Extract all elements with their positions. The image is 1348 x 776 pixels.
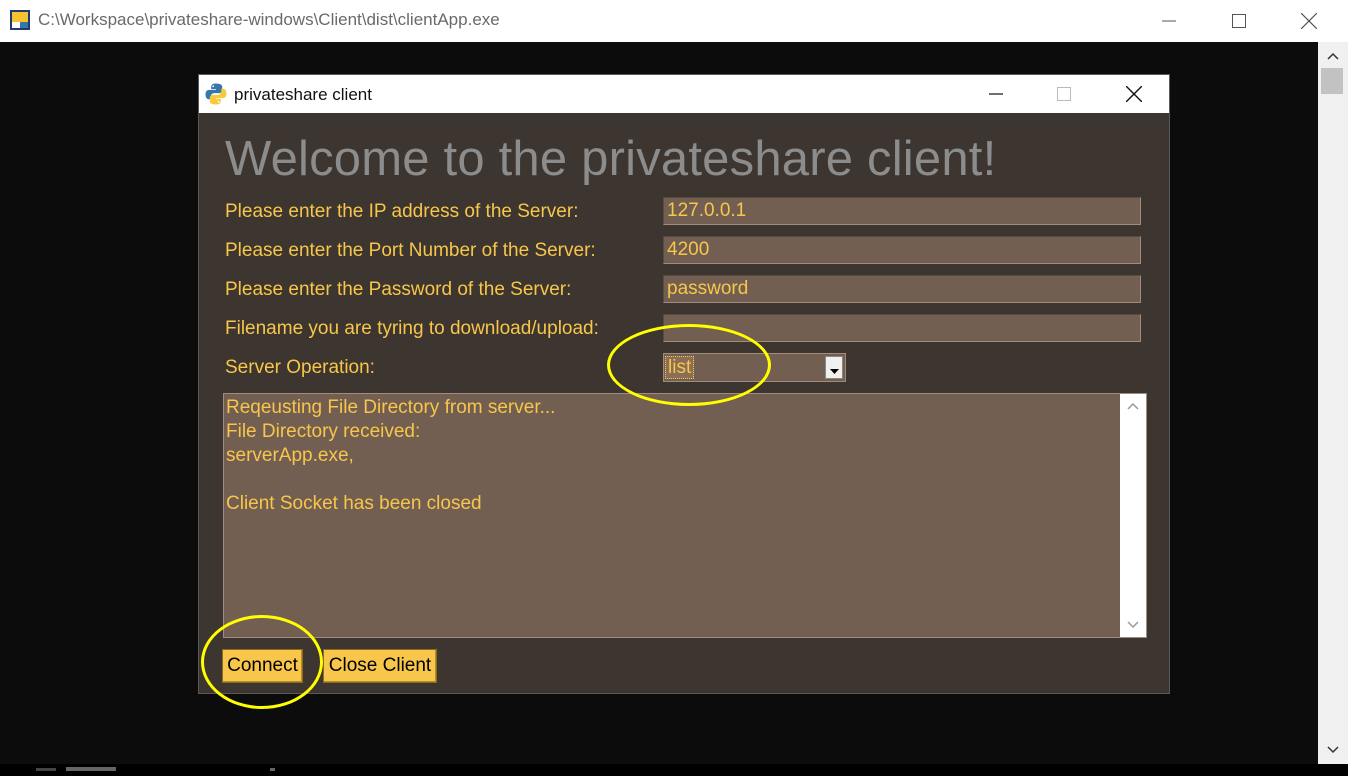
inner-maximize-button[interactable] xyxy=(1029,75,1099,113)
ip-label: Please enter the IP address of the Serve… xyxy=(225,201,579,222)
inner-close-button[interactable] xyxy=(1099,75,1169,113)
outer-close-button[interactable] xyxy=(1274,0,1344,42)
outer-minimize-button[interactable] xyxy=(1134,0,1204,42)
output-log[interactable]: Reqeusting File Directory from server...… xyxy=(223,393,1147,638)
operation-selected-value: list xyxy=(665,356,695,379)
port-input[interactable] xyxy=(663,236,1141,264)
welcome-heading: Welcome to the privateshare client! xyxy=(225,132,997,186)
python-icon xyxy=(205,83,227,105)
filename-input[interactable] xyxy=(663,314,1141,342)
chevron-down-icon xyxy=(1127,621,1139,629)
chevron-up-icon xyxy=(1327,52,1339,60)
output-text: Reqeusting File Directory from server...… xyxy=(226,397,556,514)
output-scroll-up-button[interactable] xyxy=(1120,394,1146,418)
outer-window-title: C:\Workspace\privateshare-windows\Client… xyxy=(38,10,500,29)
maximize-icon xyxy=(1232,14,1246,28)
chevron-down-icon xyxy=(829,369,839,374)
console-partial-text xyxy=(36,758,276,771)
console-scroll-thumb[interactable] xyxy=(1321,68,1343,94)
password-input[interactable] xyxy=(663,275,1141,303)
console-scrollbar[interactable] xyxy=(1318,42,1348,764)
operation-select[interactable]: list xyxy=(663,353,846,382)
close-icon xyxy=(1301,13,1317,29)
inner-window-title: privateshare client xyxy=(234,85,372,104)
minimize-icon xyxy=(989,93,1003,95)
inner-minimize-button[interactable] xyxy=(961,75,1031,113)
connect-button[interactable]: Connect xyxy=(222,649,303,683)
privateshare-client-window: privateshare client Welcome to the priva… xyxy=(198,74,1170,694)
console-app-icon xyxy=(10,10,30,30)
close-client-button[interactable]: Close Client xyxy=(323,649,437,683)
password-label: Please enter the Password of the Server: xyxy=(225,279,572,300)
port-label: Please enter the Port Number of the Serv… xyxy=(225,240,596,261)
chevron-up-icon xyxy=(1127,402,1139,410)
output-scroll-down-button[interactable] xyxy=(1120,613,1146,637)
outer-maximize-button[interactable] xyxy=(1204,0,1274,42)
outer-titlebar: C:\Workspace\privateshare-windows\Client… xyxy=(0,0,1348,42)
operation-dropdown-button[interactable] xyxy=(825,356,843,379)
maximize-icon xyxy=(1057,87,1071,101)
console-scroll-down-button[interactable] xyxy=(1318,738,1348,762)
close-icon xyxy=(1126,86,1142,102)
console-scroll-up-button[interactable] xyxy=(1318,44,1348,68)
ip-input[interactable] xyxy=(663,197,1141,225)
output-scrollbar[interactable] xyxy=(1120,394,1146,637)
minimize-icon xyxy=(1162,20,1176,22)
operation-label: Server Operation: xyxy=(225,357,375,378)
inner-titlebar: privateshare client xyxy=(199,75,1169,113)
chevron-down-icon xyxy=(1327,746,1339,754)
filename-label: Filename you are tyring to download/uplo… xyxy=(225,318,599,339)
